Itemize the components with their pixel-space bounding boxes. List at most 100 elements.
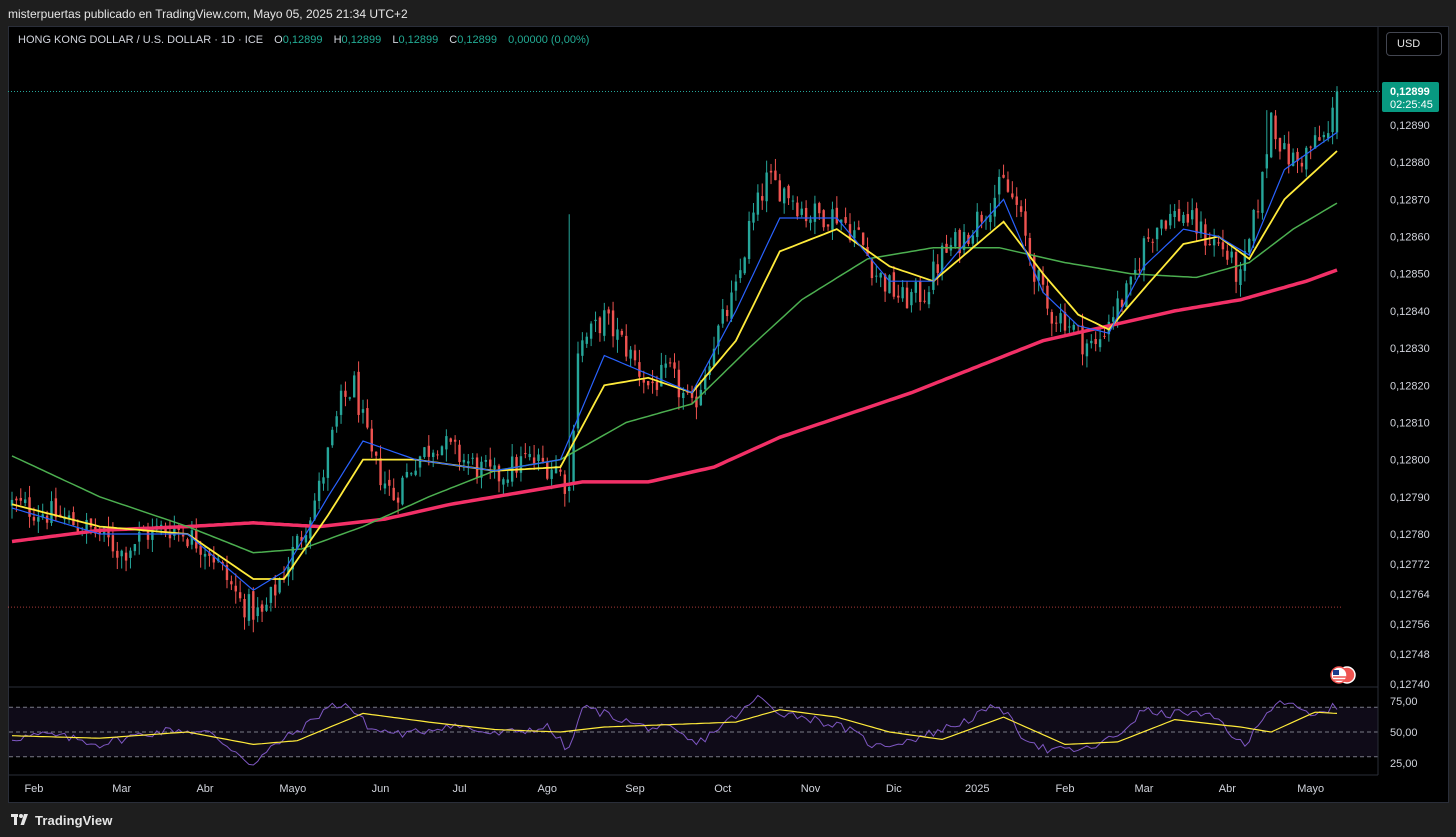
candle-body (1195, 208, 1198, 234)
candle-body (752, 212, 755, 223)
candle-body (1212, 239, 1216, 246)
time-tick-label: Feb (1055, 783, 1074, 795)
time-tick-label: Ago (537, 783, 557, 795)
price-tick-label: 0,12850 (1390, 269, 1430, 281)
candle-body (1055, 322, 1058, 324)
tradingview-logo[interactable]: TradingView (11, 812, 112, 828)
candle-body (1318, 137, 1321, 141)
price-tick-label: 0,12800 (1390, 455, 1430, 467)
candle-body (467, 461, 470, 464)
candle-body (489, 459, 492, 467)
candle-body (822, 210, 825, 228)
candle-body (1155, 227, 1159, 240)
candle-body (238, 592, 242, 599)
candle-body (1261, 171, 1264, 213)
candle-body (23, 499, 27, 503)
chart-canvas[interactable]: 0,12890 0,12880 0,12870 0,12860 0,12850 0,128… (0, 0, 1456, 837)
candle-body (1072, 324, 1075, 330)
candle-body (1002, 174, 1005, 178)
candle-body (923, 300, 926, 302)
candle-body (1068, 326, 1071, 328)
candle-body (1138, 269, 1141, 271)
candle-body (392, 487, 395, 501)
candle-body (1085, 343, 1089, 357)
price-tick-label: 0,12748 (1390, 649, 1430, 661)
candle-body (914, 281, 918, 293)
candle-body (344, 390, 347, 397)
candle-body (875, 275, 878, 277)
candle-body (124, 552, 128, 561)
price-tick-label: 0,12840 (1390, 306, 1430, 318)
candle-body (243, 598, 246, 618)
candle-body (633, 350, 637, 361)
candle-body (449, 438, 452, 442)
candle-body (532, 457, 536, 464)
candle-body (642, 379, 645, 383)
candle-body (1283, 143, 1286, 150)
candle-body (625, 335, 628, 357)
price-tick-label: 0,12780 (1390, 529, 1430, 541)
time-tick-label: Mayo (1297, 783, 1324, 795)
currency-button[interactable]: USD (1386, 32, 1442, 56)
candle-body (1173, 211, 1176, 218)
time-tick-label: Mar (1134, 783, 1153, 795)
time-tick-label: Nov (801, 783, 821, 795)
candle-body (1204, 224, 1207, 246)
candle-body (668, 362, 672, 364)
symbol-name: HONG KONG DOLLAR / U.S. DOLLAR · 1D · IC… (18, 34, 264, 46)
candle-body (15, 498, 18, 501)
candle-body (138, 531, 141, 542)
candle-body (331, 429, 334, 446)
candle-body (857, 227, 860, 230)
candle-body (734, 281, 738, 291)
candle-body (129, 550, 132, 558)
candle-body (918, 281, 922, 302)
candle-body (1217, 242, 1220, 244)
candle-body (664, 363, 667, 368)
candle-body (901, 287, 904, 299)
candle-body (831, 209, 834, 230)
candle-body (116, 550, 119, 558)
candle-body (418, 456, 422, 468)
price-tick-label: 0,12820 (1390, 380, 1430, 392)
candle-body (677, 369, 681, 398)
price-tick-label: 0,12890 (1390, 120, 1430, 132)
price-tick-label: 0,12772 (1390, 559, 1430, 571)
candle-body (1103, 335, 1106, 337)
price-tick-label: 0,12756 (1390, 619, 1430, 631)
candle-body (1024, 211, 1027, 236)
candle-body (19, 497, 22, 501)
candle-body (335, 416, 338, 427)
candle-body (120, 550, 123, 557)
candle-body (370, 428, 373, 452)
candle-body (940, 245, 944, 272)
candle-body (1059, 313, 1062, 324)
candle-body (1177, 208, 1181, 221)
candle-body (739, 270, 742, 279)
candle-body (445, 436, 448, 450)
candle-body (133, 544, 137, 552)
candle-body (1274, 115, 1277, 140)
tradingview-brand: TradingView (35, 812, 113, 828)
candle-body (278, 579, 281, 593)
candle-body (1098, 339, 1102, 348)
candle-body (37, 517, 40, 522)
candle-body (673, 362, 676, 369)
price-tick-label: 0,12860 (1390, 232, 1430, 244)
candle-body (818, 203, 821, 214)
candle-body (585, 336, 588, 344)
candle-body (721, 309, 724, 324)
candle-body (414, 470, 417, 475)
candle-body (431, 452, 435, 458)
time-tick-label: 2025 (965, 783, 989, 795)
candle-body (910, 292, 913, 306)
candle-body (348, 397, 352, 399)
candle-body (309, 520, 312, 539)
candle-body (1230, 251, 1233, 258)
candle-body (765, 172, 768, 202)
candle-body (396, 497, 400, 503)
rsi-tick-label: 50,00 (1390, 727, 1418, 739)
candle-body (826, 224, 830, 227)
candle-body (743, 257, 746, 274)
candle-body (361, 409, 365, 413)
